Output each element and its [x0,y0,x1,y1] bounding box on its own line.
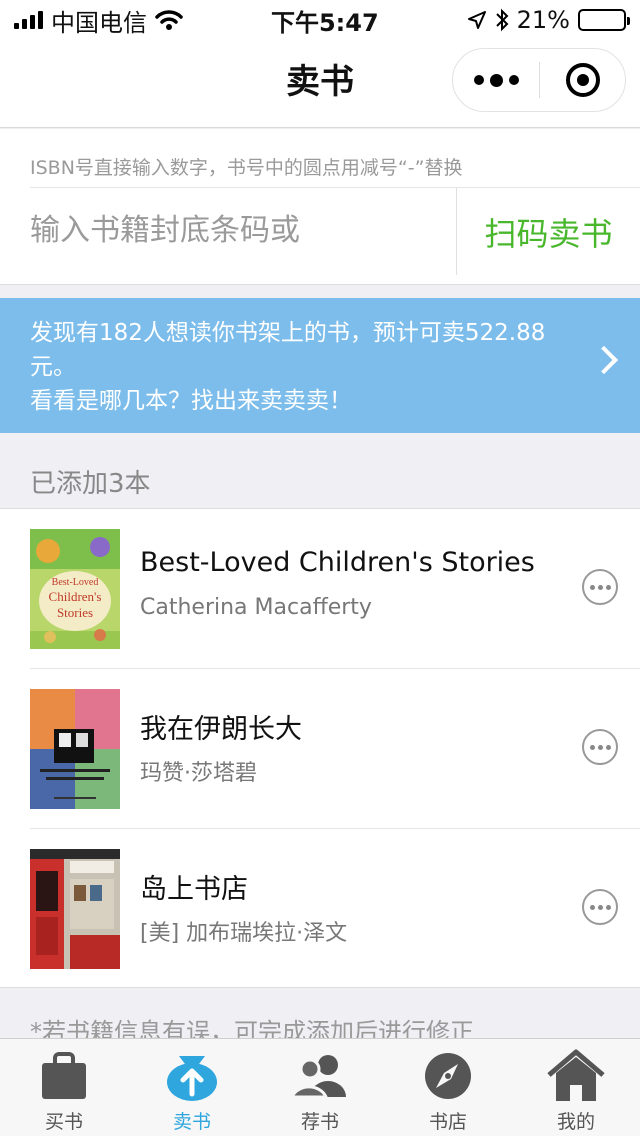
wifi-icon [155,10,183,30]
tab-profile[interactable]: 我的 [512,1039,640,1136]
tab-sell-books[interactable]: 卖书 [128,1039,256,1136]
book-list: Best-Loved Children's Stories Best-Loved… [0,508,640,988]
more-menu-button[interactable] [453,49,539,111]
book-list-item[interactable]: 我在伊朗长大 玛赞·莎塔碧 [30,669,640,829]
added-count-label: 已添加3本 [30,469,151,499]
status-left: 中国电信 [14,3,183,38]
promo-line-2: 看看是哪几本？找出来卖卖卖！ [30,388,352,414]
svg-text:Stories: Stories [57,605,93,620]
sell-books-page: 中国电信 下午5:47 21% 卖书 ISBN号直接输入数字，书号中的圆点用减号… [0,0,640,1136]
tab-buy-books[interactable]: 买书 [0,1039,128,1136]
more-dot-icon [473,75,484,85]
mini-program-capsule [452,48,626,112]
isbn-input[interactable] [30,188,456,272]
book-cover [30,689,120,809]
book-more-button[interactable] [582,889,618,925]
navigation-bar: 卖书 [0,40,640,128]
isbn-input-row: 扫码卖书 [30,187,640,275]
tab-bookstore[interactable]: 书店 [384,1039,512,1136]
bluetooth-icon [495,8,509,32]
status-time: 下午5:47 [270,8,379,37]
carrier-label: 中国电信 [51,8,147,37]
book-title: Best-Loved Children's Stories [140,547,535,578]
promo-line-1: 发现有182人想读你书架上的书，预计可卖522.88元。 [30,320,546,380]
close-button[interactable] [540,63,625,97]
status-bar: 中国电信 下午5:47 21% [0,0,640,40]
close-target-icon [565,63,600,97]
book-author: 玛赞·莎塔碧 [140,761,257,786]
tab-label: 荐书 [300,1111,339,1133]
book-title: 岛上书店 [140,874,248,905]
isbn-section: ISBN号直接输入数字，书号中的圆点用减号“-”替换 扫码卖书 [0,129,640,285]
book-more-button[interactable] [582,569,618,605]
battery-icon [577,9,630,31]
status-right: 21% [467,6,630,34]
scan-sell-button[interactable]: 扫码卖书 [456,188,640,275]
location-arrow-icon [467,11,486,29]
tab-label: 书店 [428,1111,467,1133]
book-cover: Best-Loved Children's Stories [30,529,120,649]
book-author: Catherina Macafferty [140,595,372,620]
book-list-item[interactable]: Best-Loved Children's Stories Best-Loved… [30,509,640,669]
shopping-bag-icon [32,1047,96,1105]
home-icon [544,1047,608,1105]
people-icon [288,1047,352,1105]
upload-bag-icon [160,1047,224,1105]
tab-label: 买书 [44,1111,83,1133]
book-list-item[interactable]: 岛上书店 [美] 加布瑞埃拉·泽文 [30,829,640,989]
svg-text:Best-Loved: Best-Loved [52,577,99,588]
more-dot-icon [489,73,503,87]
book-author: [美] 加布瑞埃拉·泽文 [140,921,348,946]
tab-recommend-books[interactable]: 荐书 [256,1039,384,1136]
tab-label: 卖书 [172,1111,211,1133]
more-dot-icon [508,75,519,85]
book-cover [30,849,120,969]
battery-percent: 21% [516,6,570,34]
tab-bar: 买书 卖书 荐书 书店 我的 [0,1038,640,1136]
signal-icon [14,11,43,29]
demand-promo-banner[interactable]: 发现有182人想读你书架上的书，预计可卖522.88元。 看看是哪几本？找出来卖… [0,298,640,433]
isbn-hint: ISBN号直接输入数字，书号中的圆点用减号“-”替换 [30,157,463,179]
chevron-right-icon [589,345,619,375]
book-more-button[interactable] [582,729,618,765]
book-title: 我在伊朗长大 [140,714,302,745]
tab-label: 我的 [556,1111,595,1133]
compass-icon [416,1047,480,1105]
svg-text:Children's: Children's [49,589,102,604]
